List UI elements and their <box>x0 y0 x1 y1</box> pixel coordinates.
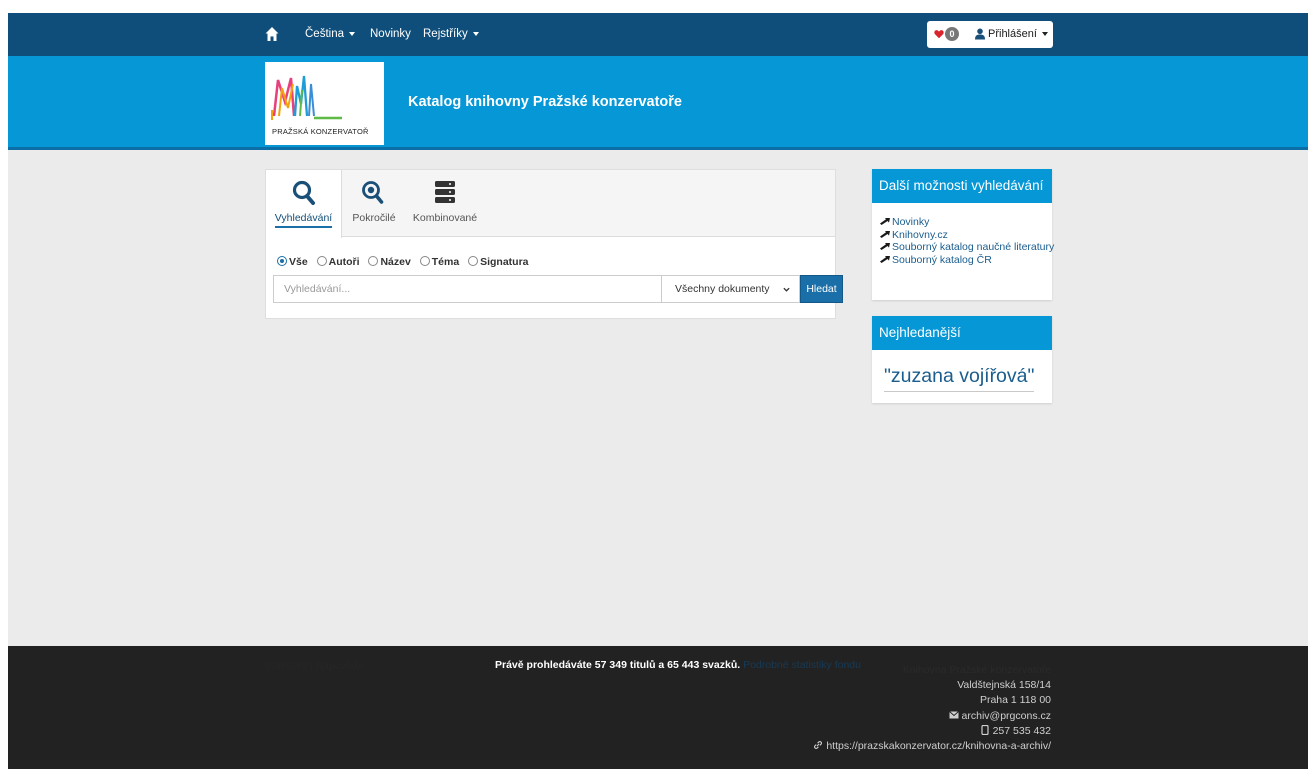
link-knihovny-cz[interactable]: Knihovny.cz <box>880 229 1044 242</box>
stats-prefix: Právě prohledáváte <box>495 659 595 671</box>
home-icon[interactable] <box>265 26 279 42</box>
login-label: Přihlášení <box>988 28 1037 40</box>
arrow-right-icon <box>880 255 890 263</box>
phone-text: 257 535 432 <box>992 724 1051 737</box>
footer-statistics: Právě prohledáváte 57 349 titulů a 65 44… <box>495 659 861 671</box>
more-search-options-title: Další možnosti vyhledávání <box>872 169 1052 203</box>
phone-row: 257 535 432 <box>813 724 1051 739</box>
tab-label: Vyhledávání <box>274 212 333 228</box>
document-type-select[interactable]: Všechny dokumenty <box>661 275 800 303</box>
search-submit-button[interactable]: Hledat <box>800 275 843 303</box>
site-title: Katalog knihovny Pražské konzervatoře <box>408 94 682 110</box>
top-navbar: Čeština Novinky Rejstříky 0 Přihlášení <box>8 13 1308 56</box>
volumes-word: svazků. <box>699 659 741 671</box>
radio-dot <box>277 256 287 267</box>
chevron-down-icon <box>349 31 355 36</box>
radio-dot <box>368 256 379 267</box>
heart-icon[interactable] <box>934 29 944 39</box>
link-label: Souborný katalog naučné literatury <box>892 241 1055 253</box>
arrow-right-icon <box>880 230 890 238</box>
link-icon <box>814 741 823 749</box>
logo-text: PRAŽSKÁ KONZERVATOŘ <box>272 127 369 136</box>
link-label: Souborný katalog ČR <box>892 253 992 266</box>
navbar-inner: Čeština Novinky Rejstříky 0 Přihlášení <box>265 13 1053 56</box>
nav-news-link[interactable]: Novinky <box>370 13 411 56</box>
chevron-down-icon <box>1041 32 1048 37</box>
search-input[interactable] <box>273 275 662 303</box>
site-header: PRAŽSKÁ KONZERVATOŘ Katalog knihovny Pra… <box>8 56 1308 150</box>
radio-dot <box>316 256 327 267</box>
logo-graphic <box>271 75 342 120</box>
arrow-right-icon <box>880 243 890 250</box>
chevron-down-icon <box>783 287 790 292</box>
radio-dot <box>468 256 479 267</box>
user-icon <box>975 28 985 40</box>
link-union-catalog-science[interactable]: Souborný katalog naučné literatury <box>880 241 1054 254</box>
scope-authors-radio[interactable]: Autoři <box>316 256 360 269</box>
document-type-value: Všechny dokumenty <box>675 283 770 295</box>
registers-label: Rejstříky <box>423 28 468 40</box>
titles-count: 57 349 <box>594 659 627 671</box>
tab-advanced-search[interactable]: Pokročilé <box>342 170 406 237</box>
email-text: archiv@prgcons.cz <box>961 709 1051 722</box>
link-union-catalog-cr[interactable]: Souborný katalog ČR <box>880 254 1044 267</box>
link-label: Knihovny.cz <box>892 228 948 241</box>
stack-icon <box>435 181 455 203</box>
phone-icon <box>980 724 989 735</box>
language-label: Čeština <box>305 28 344 40</box>
radio-dot <box>419 256 430 267</box>
user-controls: 0 Přihlášení <box>927 21 1053 48</box>
link-label: Novinky <box>892 216 930 228</box>
tab-basic-search[interactable]: Vyhledávání <box>266 170 342 238</box>
more-search-options-list: Novinky Knihovny.cz Souborný katalog nau… <box>872 203 1054 267</box>
login-menu[interactable]: Přihlášení <box>988 21 1048 48</box>
footer: Statistiky | Nápověda Právě prohledáváte… <box>8 646 1308 769</box>
radio-label: Název <box>380 256 411 269</box>
street-address: Valdštejnská 158/14 <box>957 679 1051 692</box>
url-text: https://prazskakonzervator.cz/knihovna-a… <box>826 740 1051 753</box>
radio-label: Vše <box>289 256 308 269</box>
scope-callnumber-radio[interactable]: Signatura <box>468 256 529 269</box>
chevron-down-icon <box>472 31 479 36</box>
search-panel: Vyhledávání Pokročilé Kombinované Vše Au… <box>265 169 843 319</box>
envelope-icon <box>948 710 959 719</box>
most-searched-title: Nejhledanější <box>872 316 1052 350</box>
popular-search-link[interactable]: "zuzana vojířová" <box>884 365 1035 392</box>
page-frame: Čeština Novinky Rejstříky 0 Přihlášení P… <box>8 13 1308 769</box>
url-row[interactable]: https://prazskakonzervator.cz/knihovna-a… <box>813 739 1051 754</box>
tab-combined-search[interactable]: Kombinované <box>406 170 484 237</box>
search-icon <box>292 180 315 205</box>
logo[interactable]: PRAŽSKÁ KONZERVATOŘ <box>265 62 384 145</box>
volumes-count: 65 443 <box>667 659 700 671</box>
most-searched-box: Nejhledanější "zuzana vojířová" <box>872 316 1052 403</box>
email-row[interactable]: archiv@prgcons.cz <box>813 709 1051 724</box>
titles-word: titulů a <box>626 659 668 671</box>
arrow-right-icon <box>880 218 890 225</box>
footer-contact: Knihovna Pražské konzervatoře Valdštejns… <box>813 663 1051 754</box>
zoom-in-icon <box>362 181 384 204</box>
tab-label: Pokročilé <box>352 212 396 224</box>
tab-label: Kombinované <box>412 212 478 224</box>
registers-menu[interactable]: Rejstříky <box>423 13 479 56</box>
more-search-options-box: Další možnosti vyhledávání Novinky Kniho… <box>872 169 1054 300</box>
scope-title-radio[interactable]: Název <box>368 256 411 269</box>
city-address: Praha 1 118 00 <box>979 694 1051 707</box>
link-news[interactable]: Novinky <box>880 216 1044 229</box>
scope-subject-radio[interactable]: Téma <box>419 256 460 269</box>
search-row: Všechny dokumenty Hledat <box>273 275 844 303</box>
language-menu[interactable]: Čeština <box>305 13 355 56</box>
search-tabs: Vyhledávání Pokročilé Kombinované <box>266 170 835 238</box>
scope-all-radio[interactable]: Vše <box>277 256 308 268</box>
search-scope-radios: Vše Autoři Název Téma Signatura <box>277 256 535 270</box>
favorites-count-badge[interactable]: 0 <box>945 27 959 41</box>
footer-help-links[interactable]: Statistiky | Nápověda <box>265 660 363 672</box>
library-name: Knihovna Pražské konzervatoře <box>902 664 1051 676</box>
radio-label: Téma <box>431 256 460 269</box>
radio-label: Signatura <box>480 256 529 269</box>
radio-label: Autoři <box>328 256 360 269</box>
